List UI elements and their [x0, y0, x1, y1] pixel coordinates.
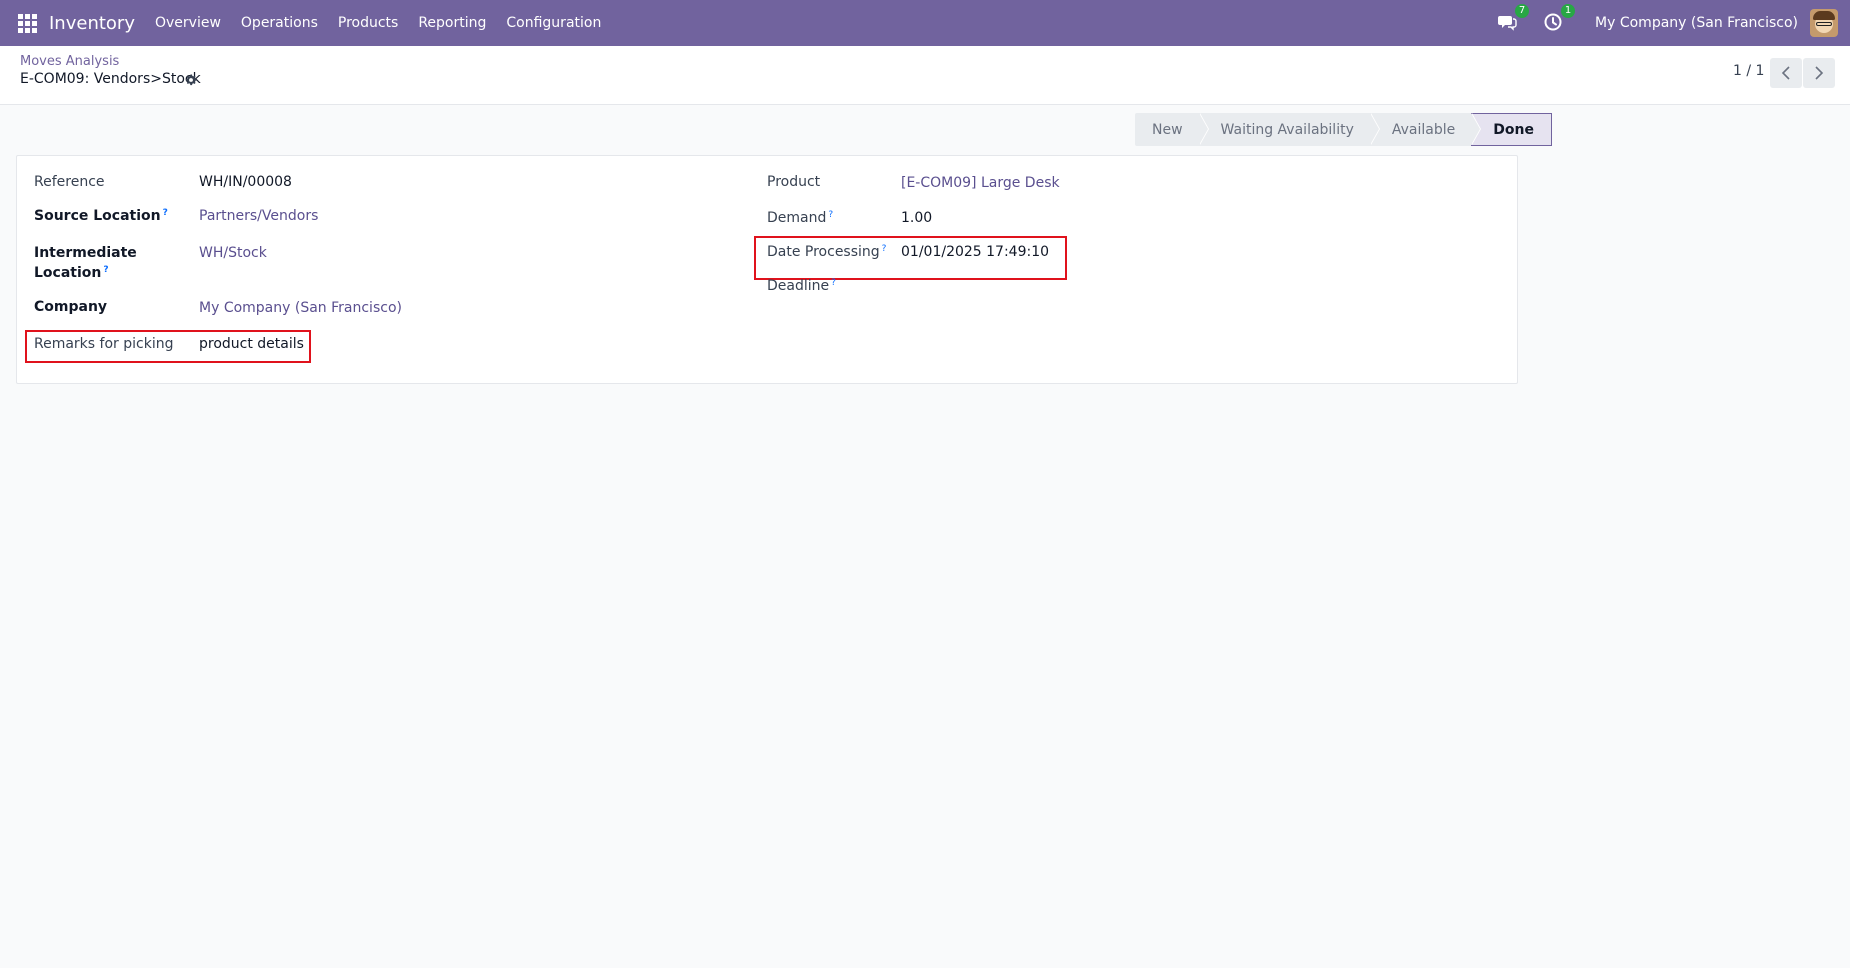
top-navbar: Inventory Overview Operations Products R… [0, 0, 1850, 46]
clock-icon [1544, 13, 1562, 31]
reference-label: Reference [34, 174, 105, 190]
company-value[interactable]: My Company (San Francisco) [199, 300, 402, 316]
demand-label: Demand? [767, 210, 834, 226]
pager-value[interactable]: 1 / 1 [1733, 63, 1764, 79]
intermediate-location-value[interactable]: WH/Stock [199, 245, 267, 261]
source-location-value[interactable]: Partners/Vendors [199, 208, 318, 224]
demand-value: 1.00 [901, 210, 933, 226]
gear-icon[interactable] [184, 73, 198, 87]
app-name[interactable]: Inventory [49, 13, 135, 34]
record-title: E-COM09: Vendors>Stock [20, 71, 201, 87]
menu-operations[interactable]: Operations [241, 15, 318, 31]
date-processing-highlight-box [754, 236, 1067, 280]
status-bar: New Waiting Availability Available Done [1135, 113, 1552, 146]
help-icon[interactable]: ? [163, 208, 168, 218]
remarks-highlight-box [25, 330, 311, 363]
menu-overview[interactable]: Overview [155, 15, 221, 31]
stage-new[interactable]: New [1135, 113, 1209, 146]
user-avatar[interactable] [1810, 9, 1838, 37]
help-icon[interactable]: ? [828, 210, 833, 220]
intermediate-location-label: Intermediate [34, 245, 137, 261]
apps-menu-icon[interactable] [17, 13, 37, 33]
reference-value: WH/IN/00008 [199, 174, 292, 190]
help-icon[interactable]: ? [831, 278, 836, 288]
chevron-right-icon [1815, 66, 1824, 80]
product-value[interactable]: [E-COM09] Large Desk [901, 175, 1060, 191]
chat-icon [1498, 16, 1517, 31]
product-label: Product [767, 174, 821, 190]
source-location-label: Source Location? [34, 208, 168, 224]
stage-done[interactable]: Done [1471, 113, 1552, 146]
pager-next-button[interactable] [1803, 58, 1835, 88]
control-panel: Moves Analysis E-COM09: Vendors>Stock 1 … [0, 46, 1850, 105]
company-switcher[interactable]: My Company (San Francisco) [1595, 15, 1798, 31]
chevron-left-icon [1781, 66, 1790, 80]
activities-button[interactable]: 1 [1543, 4, 1576, 34]
form-sheet: Reference WH/IN/00008 Source Location? P… [16, 155, 1518, 384]
pager-previous-button[interactable] [1770, 58, 1802, 88]
messages-button[interactable]: 7 [1497, 4, 1530, 34]
menu-products[interactable]: Products [338, 15, 398, 31]
stage-waiting-availability[interactable]: Waiting Availability [1198, 113, 1381, 146]
activities-badge: 1 [1561, 4, 1576, 18]
menu-reporting[interactable]: Reporting [418, 15, 486, 31]
deadline-label: Deadline? [767, 278, 836, 294]
messages-badge: 7 [1515, 4, 1530, 18]
company-label: Company [34, 299, 108, 315]
stage-available[interactable]: Available [1369, 113, 1482, 146]
intermediate-location-label-line2: Location? [34, 265, 109, 281]
breadcrumb-moves-analysis[interactable]: Moves Analysis [20, 54, 119, 69]
menu-configuration[interactable]: Configuration [506, 15, 601, 31]
help-icon[interactable]: ? [103, 265, 108, 275]
